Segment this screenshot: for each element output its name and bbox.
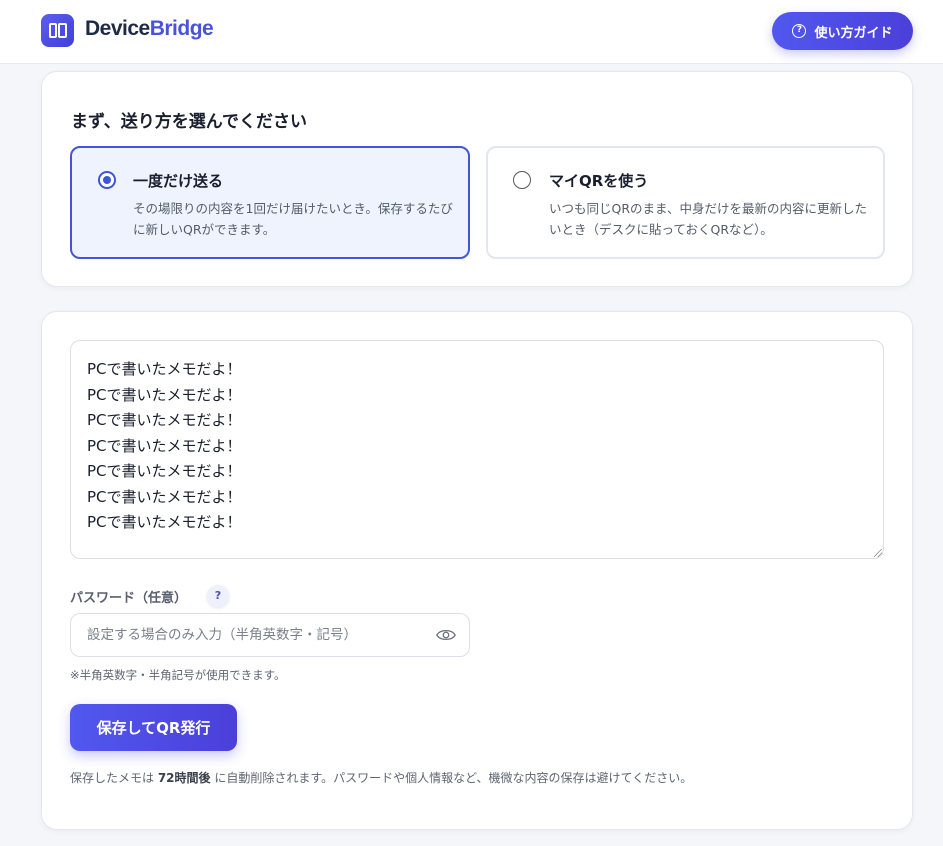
radio-my-qr[interactable]: [513, 171, 531, 189]
option-my-qr-description: いつも同じQRのまま、中身だけを最新の内容に更新したいとき（デスクに貼っておくQ…: [549, 201, 868, 237]
device-bridge-logo-icon[interactable]: [41, 14, 74, 47]
notice-text-before: 保存したメモは: [70, 771, 158, 785]
brand-part-bridge: Bridge: [149, 17, 214, 40]
option-my-qr[interactable]: マイQRを使う いつも同じQRのまま、中身だけを最新の内容に更新したいとき（デス…: [486, 146, 885, 259]
brand-name[interactable]: DeviceBridge: [85, 17, 214, 41]
memo-form-card: PCで書いたメモだよ！ PCで書いたメモだよ！ PCで書いたメモだよ！ PCで書…: [41, 311, 913, 830]
send-mode-title: まず、送り方を選んでください: [71, 112, 307, 132]
phone-right-icon: [58, 23, 67, 38]
usage-guide-label: 使い方ガイド: [814, 25, 893, 41]
help-circle-icon: ?: [792, 24, 807, 38]
password-label: パスワード（任意）: [70, 591, 188, 606]
memo-textarea[interactable]: PCで書いたメモだよ！ PCで書いたメモだよ！ PCで書いたメモだよ！ PCで書…: [70, 340, 884, 559]
phone-left-icon: [49, 23, 57, 38]
option-send-once-label: 一度だけ送る: [133, 172, 224, 190]
password-note: ※半角英数字・半角記号が使用できます。: [70, 668, 286, 682]
auto-delete-notice: 保存したメモは 72時間後 に自動削除されます。パスワードや個人情報など、機微な…: [70, 769, 692, 786]
app-header: DeviceBridge ? 使い方ガイド: [0, 0, 943, 64]
option-my-qr-label: マイQRを使う: [549, 172, 649, 190]
option-send-once[interactable]: 一度だけ送る その場限りの内容を1回だけ届けたいとき。保存するたびに新しいQRが…: [70, 146, 470, 259]
resize-handle-icon[interactable]: [874, 549, 882, 557]
option-send-once-description: その場限りの内容を1回だけ届けたいとき。保存するたびに新しいQRができます。: [133, 201, 453, 237]
brand-part-device: Device: [85, 17, 150, 40]
usage-guide-button[interactable]: ? 使い方ガイド: [772, 12, 913, 50]
save-and-issue-qr-button[interactable]: 保存してQR発行: [70, 704, 237, 751]
show-password-eye-icon[interactable]: [436, 627, 456, 643]
password-input[interactable]: [70, 613, 470, 657]
notice-text-after: に自動削除されます。パスワードや個人情報など、機微な内容の保存は避けてください。: [210, 771, 693, 785]
password-help-icon[interactable]: ?: [207, 585, 229, 607]
notice-retention-period: 72時間後: [157, 771, 211, 785]
send-mode-card: まず、送り方を選んでください 一度だけ送る その場限りの内容を1回だけ届けたいと…: [41, 71, 913, 287]
radio-send-once[interactable]: [98, 171, 116, 189]
